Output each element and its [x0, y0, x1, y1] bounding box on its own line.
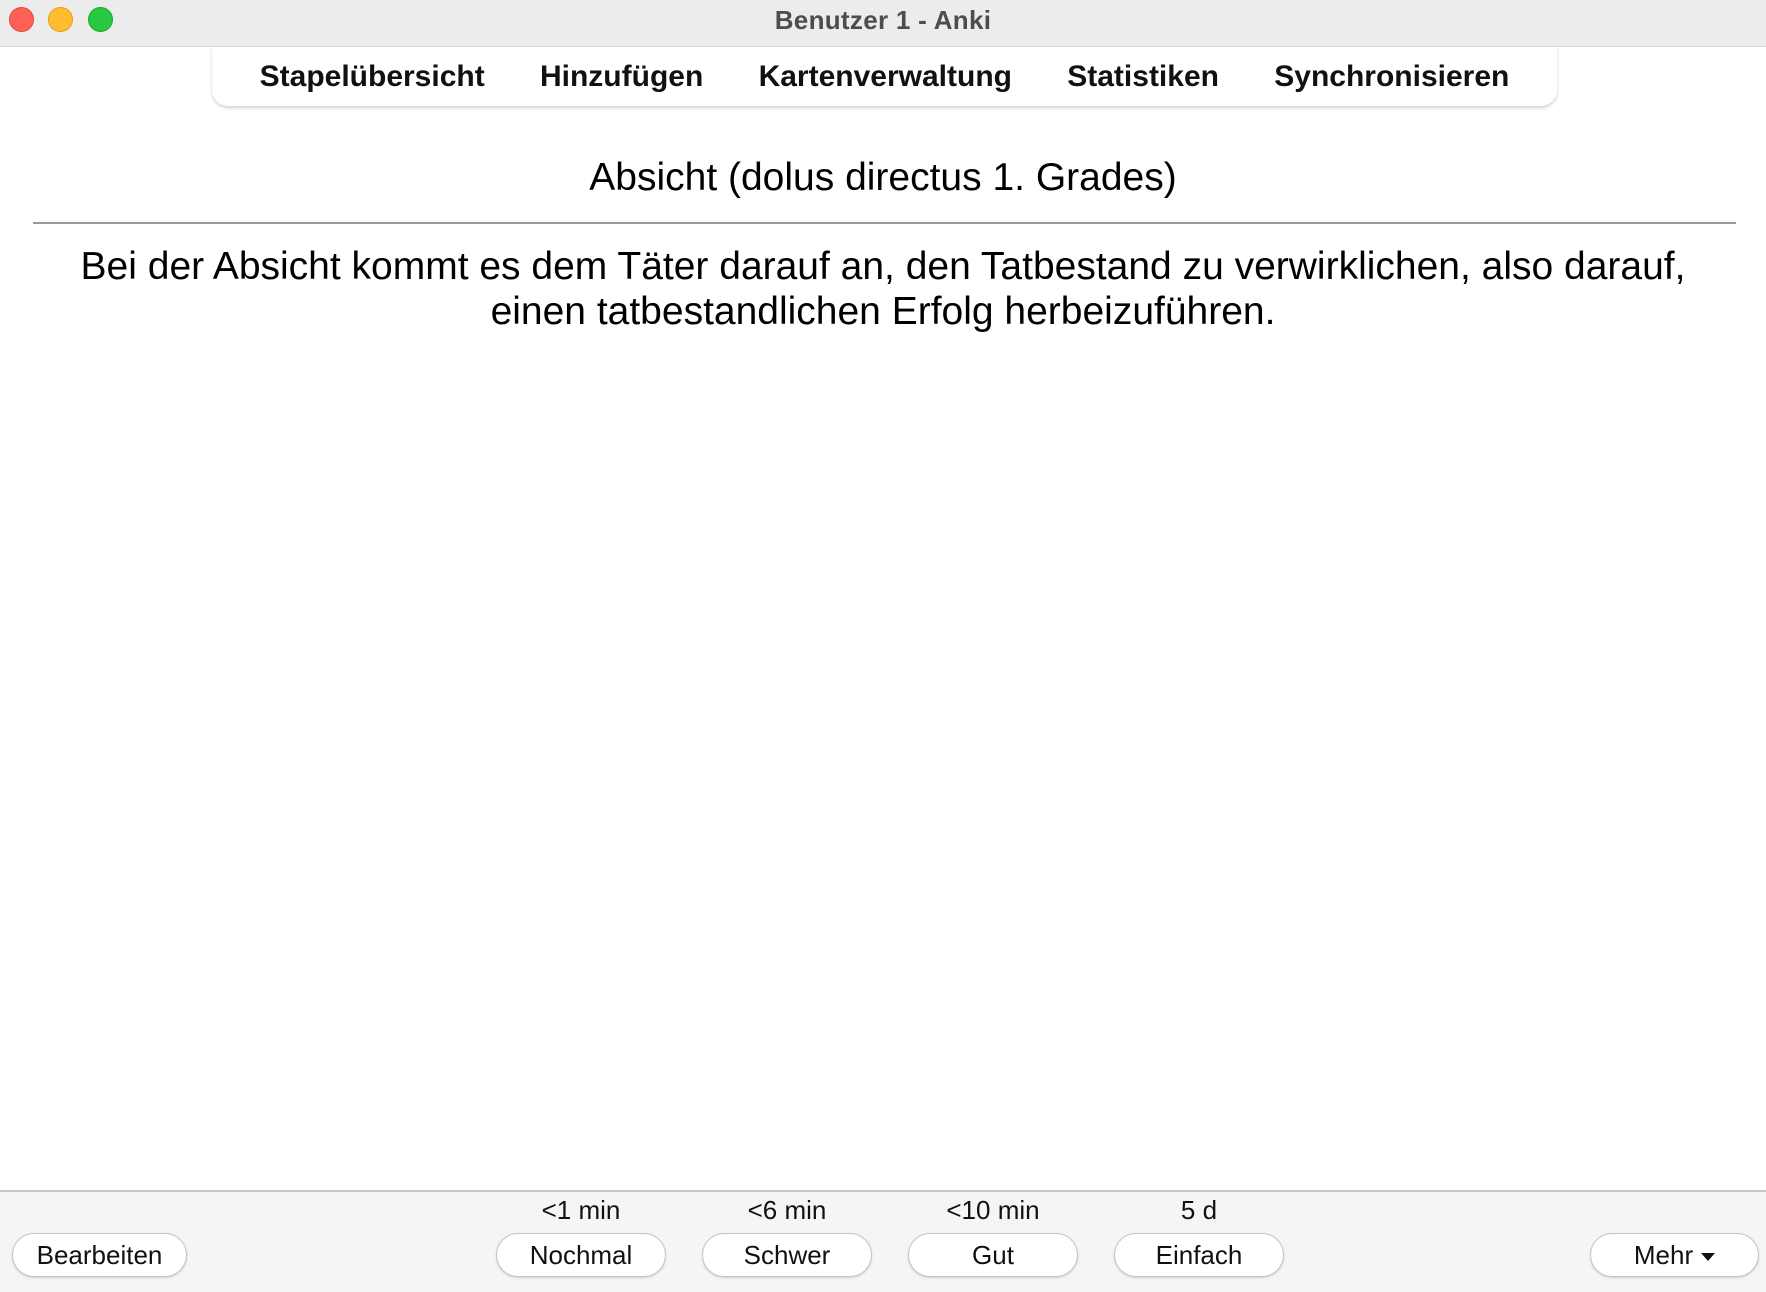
- title-bar[interactable]: Benutzer 1 - Anki: [0, 0, 1766, 47]
- more-button[interactable]: Mehr: [1590, 1233, 1759, 1277]
- easy-button[interactable]: Einfach: [1114, 1233, 1284, 1277]
- answer-divider: [33, 222, 1736, 224]
- toolbar-add-link[interactable]: Hinzufügen: [540, 60, 703, 94]
- main-toolbar: Stapelübersicht Hinzufügen Kartenverwalt…: [212, 47, 1557, 106]
- anki-window: Benutzer 1 - Anki Stapelübersicht Hinzuf…: [0, 0, 1766, 1292]
- toolbar-browse-link[interactable]: Kartenverwaltung: [759, 60, 1012, 94]
- good-interval-label: <10 min: [946, 1195, 1040, 1225]
- hard-interval-label: <6 min: [747, 1195, 827, 1225]
- chevron-down-icon: [1701, 1253, 1716, 1261]
- edit-button[interactable]: Bearbeiten: [12, 1233, 187, 1277]
- window-title: Benutzer 1 - Anki: [774, 5, 992, 35]
- again-interval-label: <1 min: [541, 1195, 621, 1225]
- hard-button[interactable]: Schwer: [702, 1233, 872, 1277]
- again-button[interactable]: Nochmal: [496, 1233, 666, 1277]
- toolbar-decks-link[interactable]: Stapelübersicht: [260, 60, 485, 94]
- toolbar-sync-link[interactable]: Synchronisieren: [1274, 60, 1509, 94]
- review-bottom-bar: Bearbeiten <1 min Nochmal <6 min Schwer …: [0, 1190, 1766, 1292]
- toolbar-stats-link[interactable]: Statistiken: [1067, 60, 1219, 94]
- more-button-label: Mehr: [1633, 1239, 1694, 1270]
- card-back-text: Bei der Absicht kommt es dem Täter darau…: [80, 245, 1686, 333]
- good-button[interactable]: Gut: [908, 1233, 1078, 1277]
- card-front-text: Absicht (dolus directus 1. Grades): [589, 156, 1177, 199]
- easy-interval-label: 5 d: [1180, 1195, 1218, 1225]
